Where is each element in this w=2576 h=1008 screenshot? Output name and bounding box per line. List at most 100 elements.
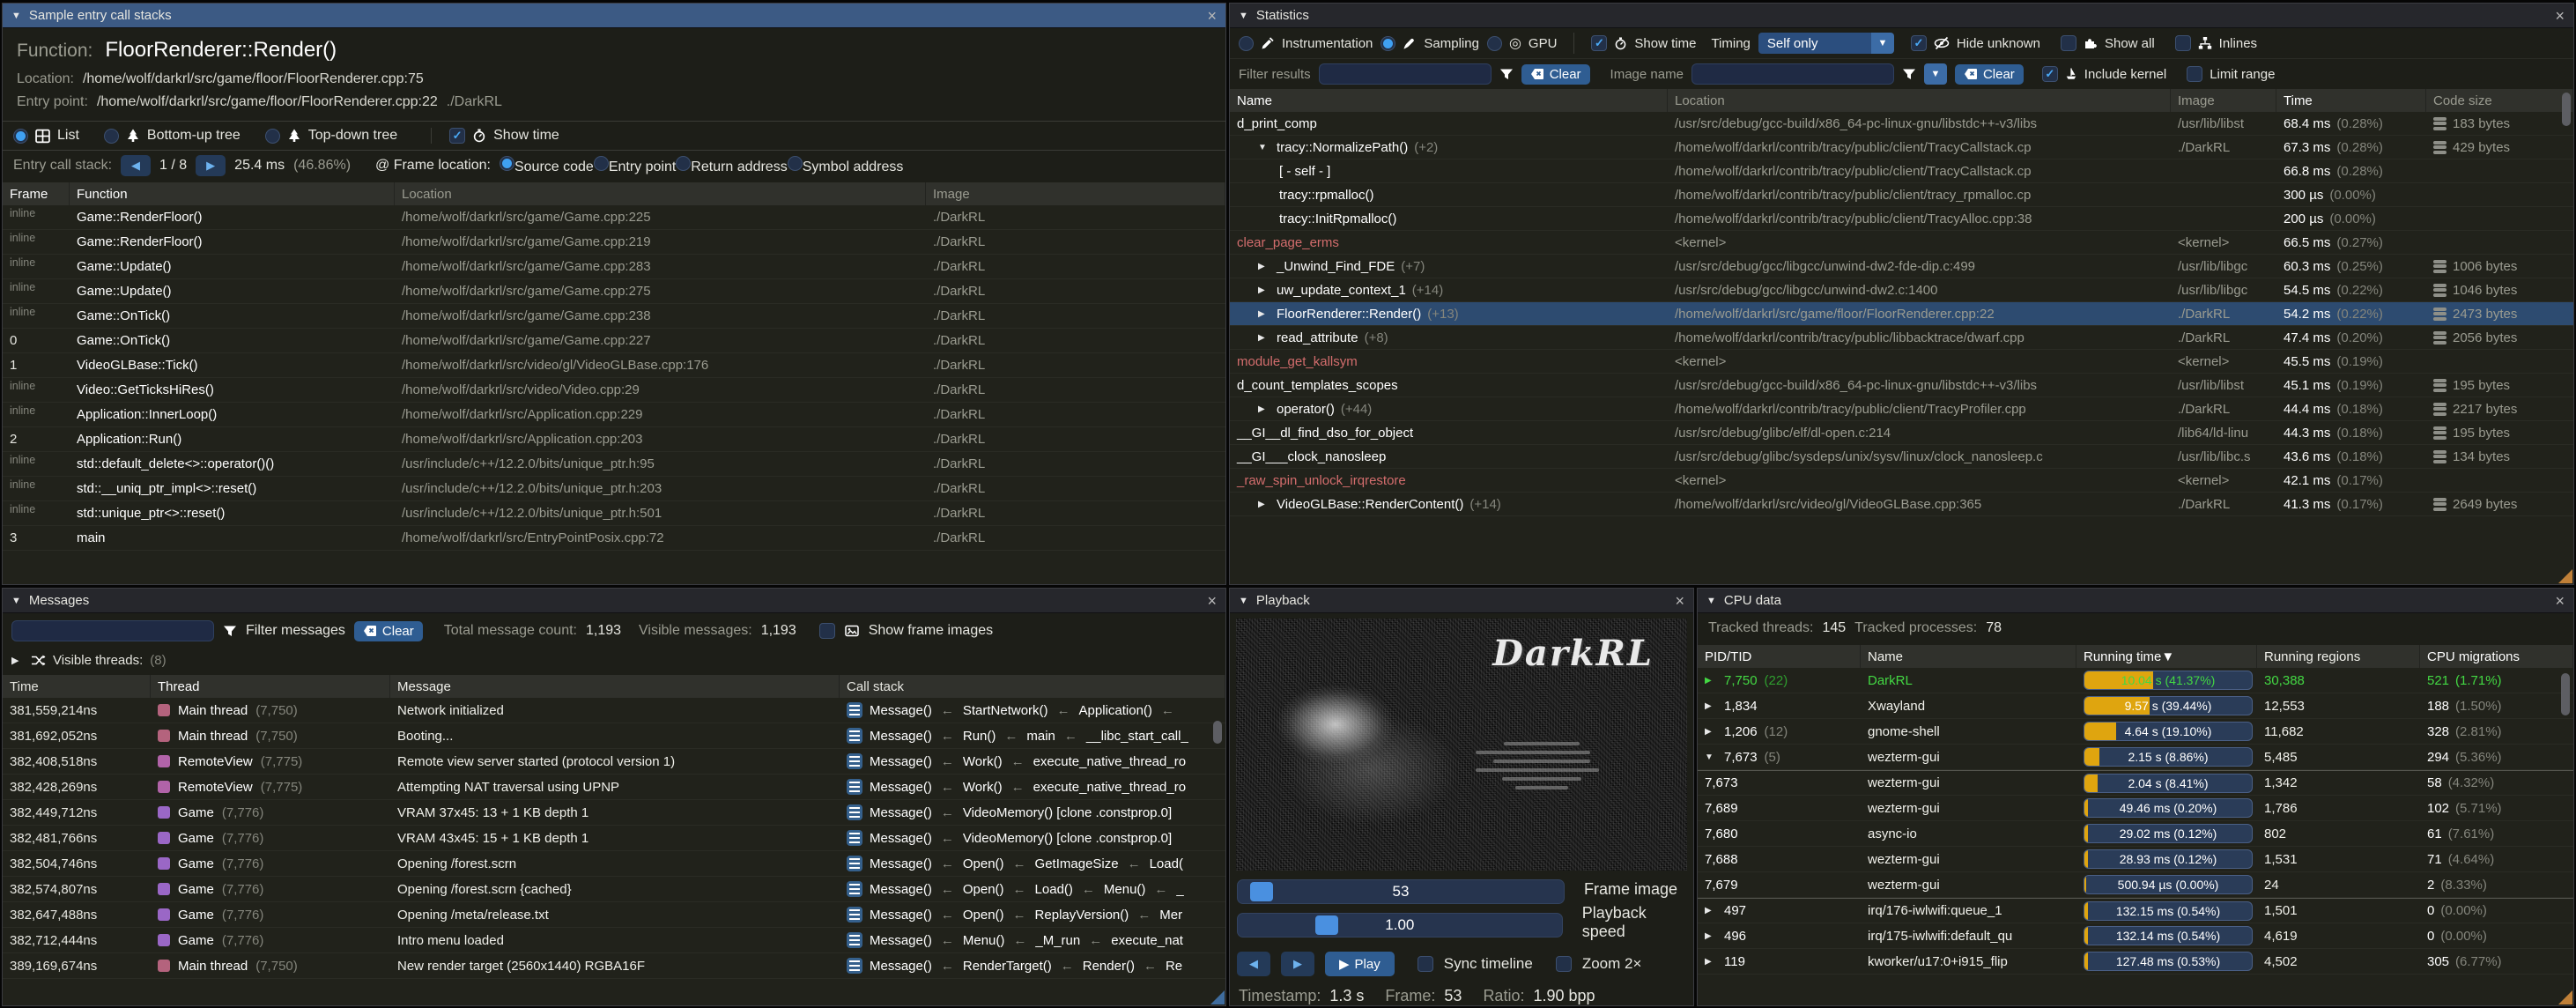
table-row[interactable]: 381,559,214nsMain thread(7,750)Network i…	[3, 698, 1225, 723]
callstack-icon[interactable]	[847, 728, 862, 744]
frame-slider-handle[interactable]	[1250, 882, 1273, 901]
show-time-toggle[interactable]: ✓ Show time	[449, 128, 559, 144]
frame-location-radio[interactable]: Symbol address	[788, 159, 904, 174]
step-back-button[interactable]: ◀	[1237, 952, 1270, 976]
message-filter-input[interactable]	[11, 620, 214, 641]
table-row[interactable]: ▼tracy::NormalizePath()(+2)/home/wolf/da…	[1230, 136, 2573, 159]
show-all-toggle[interactable]: ✓ Show all	[2061, 35, 2155, 51]
table-row[interactable]: inlineVideo::GetTicksHiRes()/home/wolf/d…	[3, 378, 1225, 403]
next-stack-button[interactable]: ▶	[196, 155, 226, 176]
table-row[interactable]: 2Application::Run()/home/wolf/darkrl/src…	[3, 427, 1225, 452]
frame-image[interactable]: DarkRL	[1236, 619, 1687, 871]
table-row[interactable]: ▶uw_update_context_1(+14)/usr/src/debug/…	[1230, 278, 2573, 302]
radio-icon[interactable]	[13, 129, 28, 144]
close-icon[interactable]: ×	[1207, 8, 1217, 24]
callstack-icon[interactable]	[847, 856, 862, 871]
radio-icon[interactable]	[104, 129, 119, 144]
table-row[interactable]: 382,712,444nsGame(7,776)Intro menu loade…	[3, 928, 1225, 953]
expand-icon[interactable]: ▶	[1705, 727, 1717, 737]
column-header[interactable]: Frame	[3, 182, 70, 205]
checkbox-icon[interactable]: ✓	[1591, 35, 1607, 51]
column-header[interactable]: Image	[926, 182, 1225, 205]
callstack-cell[interactable]: Message()←StartNetwork()←Application()←	[840, 702, 1225, 718]
table-row[interactable]: ▶_Unwind_Find_FDE(+7)/usr/src/debug/gcc/…	[1230, 255, 2573, 278]
table-row[interactable]: __GI___clock_nanosleep/usr/src/debug/gli…	[1230, 445, 2573, 469]
callstack-cell[interactable]: Message()←Work()←execute_native_thread_r…	[840, 753, 1225, 769]
callstack-icon[interactable]	[847, 779, 862, 795]
callstack-cell[interactable]: Message()←Menu()←_M_run←execute_nat	[840, 932, 1225, 948]
radio-gpu[interactable]: ◎ GPU	[1487, 34, 1557, 52]
play-button[interactable]: ▶ Play	[1325, 952, 1395, 976]
table-row[interactable]: 7,673wezterm-gui2.04 s (8.41%)1,34258(4.…	[1698, 770, 2573, 796]
speed-slider-handle[interactable]	[1315, 915, 1338, 935]
collapse-icon[interactable]: ▼	[1239, 596, 1248, 606]
callstack-cell[interactable]: Message()←Work()←execute_native_thread_r…	[840, 779, 1225, 795]
column-header[interactable]: CPU migrations	[2420, 645, 2573, 668]
prev-stack-button[interactable]: ◀	[121, 155, 151, 176]
table-row[interactable]: _raw_spin_unlock_irqrestore<kernel><kern…	[1230, 469, 2573, 493]
table-row[interactable]: inlineGame::RenderFloor()/home/wolf/dark…	[3, 230, 1225, 255]
inlines-toggle[interactable]: ✓ Inlines	[2175, 35, 2257, 51]
expand-icon[interactable]: ▶	[1258, 404, 1270, 414]
table-row[interactable]: clear_page_erms<kernel><kernel>66.5 ms(0…	[1230, 231, 2573, 255]
filter-results-input[interactable]	[1319, 63, 1492, 85]
callstack-cell[interactable]: Message()←RenderTarget()←Render()←Re	[840, 958, 1225, 974]
column-header[interactable]: Location	[395, 182, 926, 205]
callstack-cell[interactable]: Message()←Open()←ReplayVersion()←Mer	[840, 907, 1225, 923]
expand-icon[interactable]: ▶	[11, 655, 24, 666]
callstack-cell[interactable]: Message()←VideoMemory() [clone .constpro…	[840, 830, 1225, 846]
table-row[interactable]: 381,692,052nsMain thread(7,750)Booting..…	[3, 723, 1225, 749]
column-header[interactable]: Location	[1668, 89, 2171, 112]
table-row[interactable]: inlineGame::Update()/home/wolf/darkrl/sr…	[3, 279, 1225, 304]
image-name-input[interactable]	[1691, 63, 1894, 85]
table-row[interactable]: ▶497irq/176-iwlwifi:queue_1132.15 ms (0.…	[1698, 898, 2573, 923]
statistics-titlebar[interactable]: ▼ Statistics ×	[1230, 4, 2573, 28]
callstack-icon[interactable]	[847, 932, 862, 948]
close-icon[interactable]: ×	[1207, 593, 1217, 609]
radio-icon[interactable]	[1239, 36, 1254, 51]
callstack-cell[interactable]: Message()←Run()←main←__libc_start_call_	[840, 728, 1225, 744]
resize-grip[interactable]	[2558, 569, 2572, 583]
callstack-icon[interactable]	[847, 830, 862, 846]
scrollbar-thumb[interactable]	[2562, 93, 2571, 126]
table-row[interactable]: ▶7,750(22)DarkRL10.04 s (41.37%)30,38852…	[1698, 668, 2573, 693]
callstack-icon[interactable]	[847, 753, 862, 769]
column-header[interactable]: Call stack	[840, 675, 1225, 698]
table-row[interactable]: module_get_kallsym<kernel><kernel>45.5 m…	[1230, 350, 2573, 374]
limit-range-toggle[interactable]: ✓ Limit range	[2187, 66, 2275, 82]
radio-icon[interactable]	[676, 156, 691, 171]
table-row[interactable]: 7,689wezterm-gui49.46 ms (0.20%)1,786102…	[1698, 796, 2573, 821]
funnel-icon[interactable]	[1902, 68, 1916, 81]
table-row[interactable]: d_count_templates_scopes/usr/src/debug/g…	[1230, 374, 2573, 397]
collapse-icon[interactable]: ▼	[1239, 11, 1248, 21]
radio-icon[interactable]	[265, 129, 280, 144]
zoom-2x-checkbox[interactable]: ✓	[1556, 956, 1572, 972]
table-row[interactable]: 3main/home/wolf/darkrl/src/EntryPointPos…	[3, 526, 1225, 551]
table-row[interactable]: ▶VideoGLBase::RenderContent()(+14)/home/…	[1230, 493, 2573, 516]
radio-icon[interactable]	[788, 156, 803, 171]
table-row[interactable]: ▶119kworker/u17:0+i915_flip127.48 ms (0.…	[1698, 949, 2573, 975]
frame-location-radio[interactable]: Source code	[500, 159, 594, 174]
cpu-titlebar[interactable]: ▼ CPU data ×	[1698, 589, 2573, 613]
scrollbar-thumb[interactable]	[1213, 721, 1222, 744]
expand-icon[interactable]: ▶	[1258, 262, 1270, 271]
table-row[interactable]: tracy::rpmalloc()/home/wolf/darkrl/contr…	[1230, 183, 2573, 207]
callstack-cell[interactable]: Message()←Open()←Load()←Menu()←_	[840, 881, 1225, 897]
frame-slider[interactable]: 53	[1237, 879, 1565, 904]
expand-icon[interactable]: ▶	[1258, 333, 1270, 343]
table-row[interactable]: inlinestd::unique_ptr<>::reset()/usr/inc…	[3, 501, 1225, 526]
column-header[interactable]: PID/TID	[1698, 645, 1861, 668]
column-header[interactable]: Thread	[151, 675, 390, 698]
table-row[interactable]: 382,574,807nsGame(7,776)Opening /forest.…	[3, 877, 1225, 902]
expand-icon[interactable]: ▼	[1258, 143, 1270, 152]
checkbox-icon[interactable]: ✓	[449, 128, 465, 144]
radio-icon[interactable]	[1487, 36, 1502, 51]
collapse-icon[interactable]: ▼	[1706, 596, 1716, 606]
table-row[interactable]: inlineGame::OnTick()/home/wolf/darkrl/sr…	[3, 304, 1225, 329]
table-row[interactable]: inlineGame::Update()/home/wolf/darkrl/sr…	[3, 255, 1225, 279]
close-icon[interactable]: ×	[2555, 593, 2565, 609]
callstack-icon[interactable]	[847, 881, 862, 897]
clear-messages-button[interactable]: Clear	[354, 621, 423, 641]
callstacks-titlebar[interactable]: ▼ Sample entry call stacks ×	[3, 4, 1225, 28]
resize-grip[interactable]	[1210, 990, 1225, 1004]
